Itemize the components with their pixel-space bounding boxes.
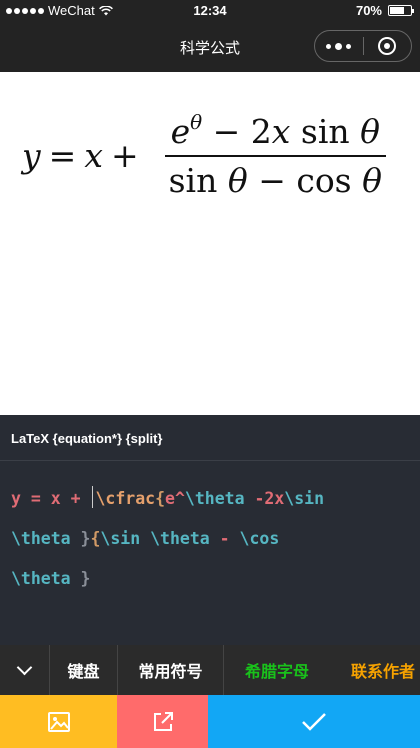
code-line: \theta }	[11, 569, 91, 588]
check-icon	[302, 712, 326, 731]
rendered-formula: y = x + eθ − 2x sin θ sin θ − cos θ	[22, 110, 386, 200]
status-bar: WeChat 12:34 70%	[0, 0, 420, 22]
latex-editor[interactable]: LaTeX {equation*} {split} y = x + \cfrac…	[0, 415, 420, 645]
code-line: \theta }{\sin \theta - \cos	[11, 529, 280, 548]
tab-contact-author[interactable]: 联系作者	[330, 645, 420, 695]
external-link-icon	[153, 711, 173, 731]
formula-denominator: sin θ − cos θ	[168, 161, 382, 200]
formula-preview: y = x + eθ − 2x sin θ sin θ − cos θ	[0, 72, 420, 415]
image-icon	[47, 711, 70, 732]
save-image-button[interactable]	[0, 695, 117, 748]
battery-icon	[388, 5, 414, 16]
tab-keyboard[interactable]: 键盘	[50, 645, 118, 695]
formula-fraction: eθ − 2x sin θ sin θ − cos θ	[164, 110, 386, 200]
close-icon[interactable]	[363, 37, 411, 55]
more-icon[interactable]	[315, 42, 363, 50]
mini-program-capsule	[314, 30, 412, 62]
top-bar: WeChat 12:34 70% 科学公式	[0, 0, 420, 72]
formula-numerator: eθ − 2x sin θ	[170, 110, 381, 151]
chevron-down-icon[interactable]	[0, 645, 50, 695]
tab-greek-letters[interactable]: 希腊字母	[224, 645, 330, 695]
fraction-bar	[164, 155, 386, 157]
status-right: 70%	[355, 3, 414, 18]
text-caret	[92, 486, 94, 508]
action-bar	[0, 695, 420, 748]
confirm-button[interactable]	[208, 695, 420, 748]
battery-percent: 70%	[355, 3, 382, 18]
code-area[interactable]: y = x + \cfrac{e^\theta -2x\sin \theta }…	[11, 479, 411, 599]
code-line: y = x + \cfrac{e^\theta -2x\sin	[11, 479, 411, 519]
share-button[interactable]	[117, 695, 208, 748]
formula-lhs: y = x +	[22, 135, 139, 175]
tab-common-symbols[interactable]: 常用符号	[118, 645, 224, 695]
keyboard-tabs: 键盘 常用符号 希腊字母 联系作者	[0, 645, 420, 695]
editor-header: LaTeX {equation*} {split}	[0, 415, 420, 461]
